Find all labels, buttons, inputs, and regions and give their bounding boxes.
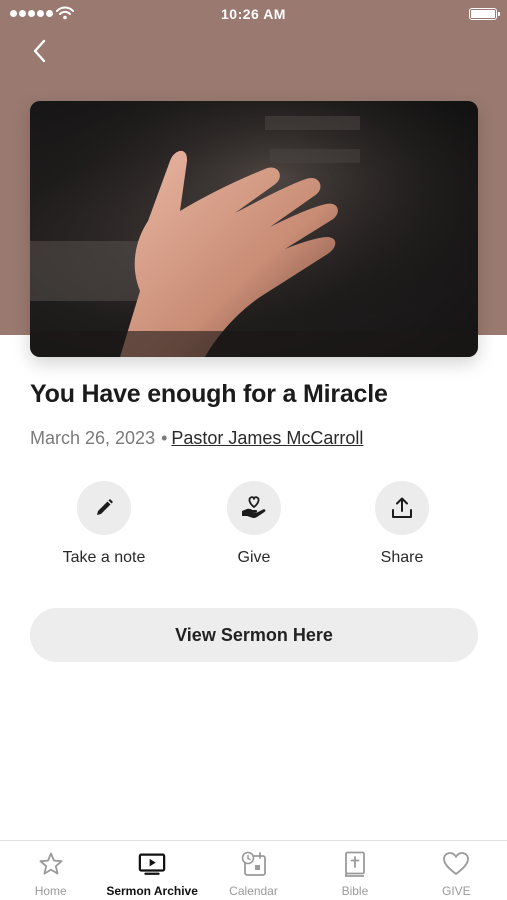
sermon-meta: March 26, 2023 • Pastor James McCarroll (30, 428, 363, 449)
pastor-link[interactable]: Pastor James McCarroll (171, 428, 363, 448)
give-label: Give (237, 549, 271, 566)
give-circle[interactable] (227, 481, 281, 535)
bible-icon (345, 851, 365, 877)
tab-give-label: GIVE (441, 884, 471, 898)
give-button[interactable]: Give (179, 481, 329, 567)
tv-play-icon (138, 853, 166, 875)
calendar-icon (241, 851, 266, 876)
open-hand-image (30, 101, 478, 357)
sermon-artwork (30, 101, 478, 357)
view-sermon-button[interactable]: View Sermon Here (30, 608, 478, 662)
meta-separator: • (161, 428, 168, 448)
tab-bible[interactable]: Bible (304, 841, 405, 900)
share-label: Share (380, 549, 424, 566)
tab-calendar-label: Calendar (229, 884, 278, 898)
take-note-label: Take a note (62, 549, 146, 566)
tab-calendar[interactable]: Calendar (203, 841, 304, 900)
tab-sermon-archive-label: Sermon Archive (106, 884, 198, 898)
battery-icon (469, 8, 500, 20)
tab-home-label: Home (34, 884, 67, 898)
tab-bible-label: Bible (341, 884, 369, 898)
tab-home[interactable]: Home (0, 841, 101, 900)
status-bar: 10:26 AM (0, 0, 507, 28)
status-time: 10:26 AM (221, 6, 286, 22)
take-note-circle[interactable] (77, 481, 131, 535)
heart-hand-icon (242, 496, 266, 518)
star-icon (39, 852, 63, 875)
sermon-date: March 26, 2023 (30, 428, 156, 448)
chevron-left-icon (33, 39, 46, 63)
sermon-title: You Have enough for a Miracle (30, 380, 388, 408)
share-circle[interactable] (375, 481, 429, 535)
heart-icon (443, 852, 470, 875)
share-icon (392, 497, 412, 518)
share-button[interactable]: Share (327, 481, 477, 567)
tab-bar: Home Sermon Archive Calendar Bible GIVE (0, 840, 507, 900)
tab-give[interactable]: GIVE (406, 841, 507, 900)
take-note-button[interactable]: Take a note (29, 481, 179, 567)
back-button[interactable] (26, 34, 56, 68)
tab-sermon-archive[interactable]: Sermon Archive (101, 841, 202, 900)
pencil-icon (97, 499, 113, 515)
